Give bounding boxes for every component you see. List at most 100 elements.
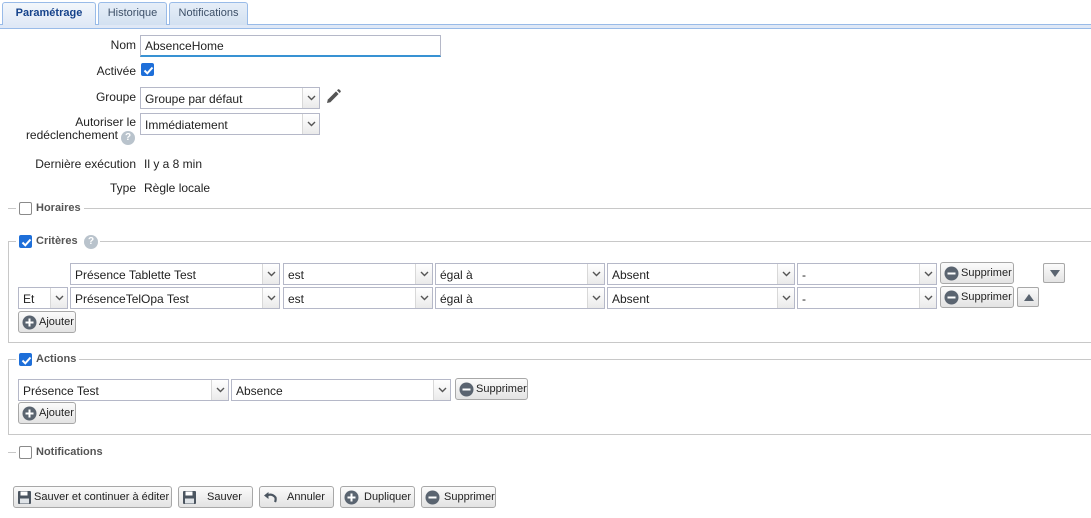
save-continue-label: Sauver et continuer à éditer	[34, 491, 170, 503]
action-delete-button[interactable]: Supprimer	[455, 378, 528, 400]
criterion-operator-value: égal à	[440, 268, 473, 282]
schedules-divider	[8, 208, 1091, 209]
group-label: Groupe	[95, 90, 136, 104]
criterion-verb-value: est	[288, 292, 305, 306]
criteria-help-icon[interactable]: ?	[84, 235, 98, 249]
criterion-extra-value: -	[802, 292, 806, 306]
criterion-extra-combo[interactable]: -	[797, 263, 937, 285]
move-up-button[interactable]	[1017, 287, 1039, 307]
actions-border-left	[8, 359, 9, 435]
chevron-down-icon[interactable]	[302, 88, 319, 108]
action-delete-label: Supprimer	[476, 383, 527, 395]
type-value: Règle locale	[144, 181, 211, 195]
criterion-verb-value: est	[288, 268, 305, 282]
tab-bar: Paramétrage Historique Notifications	[0, 0, 1091, 26]
criteria-add-button[interactable]: Ajouter	[18, 311, 76, 333]
save-continue-button[interactable]: Sauver et continuer à éditer	[13, 486, 172, 508]
criterion-delete-button[interactable]: Supprimer	[940, 286, 1014, 308]
chevron-down-icon[interactable]	[919, 264, 936, 284]
tab-parametrage[interactable]: Paramétrage	[2, 2, 96, 26]
criteria-add-label: Ajouter	[39, 316, 74, 328]
criterion-value-combo[interactable]: Absent	[607, 263, 795, 285]
action-value-value: Absence	[236, 384, 283, 398]
tab-strip	[0, 25, 1091, 29]
chevron-down-icon[interactable]	[777, 264, 794, 284]
criterion-delete-button[interactable]: Supprimer	[940, 262, 1014, 284]
delete-label: Supprimer	[444, 491, 495, 503]
criterion-operator-value: égal à	[440, 292, 473, 306]
duplicate-button[interactable]: Dupliquer	[340, 486, 415, 508]
type-label: Type	[109, 181, 136, 195]
group-combo[interactable]: Groupe par défaut	[140, 87, 320, 109]
criterion-delete-label: Supprimer	[961, 291, 1012, 303]
notifications-checkbox[interactable]	[19, 446, 32, 459]
criterion-connector-value: Et	[23, 292, 35, 306]
criterion-connector-combo[interactable]: Et	[18, 287, 68, 309]
criterion-value-value: Absent	[612, 268, 650, 282]
chevron-down-icon[interactable]	[50, 288, 67, 308]
edit-group-pencil-icon[interactable]	[323, 87, 343, 107]
move-down-button[interactable]	[1043, 263, 1065, 283]
criteria-border-left	[8, 241, 9, 343]
criterion-verb-combo[interactable]: est	[283, 287, 433, 309]
criterion-operator-combo[interactable]: égal à	[435, 287, 605, 309]
actions-add-label: Ajouter	[39, 407, 74, 419]
criterion-operator-combo[interactable]: égal à	[435, 263, 605, 285]
chevron-down-icon[interactable]	[587, 288, 604, 308]
floppy-disk-icon	[18, 491, 31, 504]
cancel-button[interactable]: Annuler	[259, 486, 334, 508]
criterion-device-combo[interactable]: Présence Tablette Test	[70, 263, 280, 285]
criteria-checkbox[interactable]	[19, 235, 32, 248]
delete-button[interactable]: Supprimer	[421, 486, 496, 508]
criterion-device-combo[interactable]: PrésenceTelOpa Test	[70, 287, 280, 309]
triangle-up-icon	[1024, 294, 1034, 301]
retrigger-combo-value: Immédiatement	[145, 118, 228, 132]
actions-border-bottom	[8, 434, 1091, 435]
plus-circle-icon	[22, 406, 37, 421]
chevron-down-icon[interactable]	[262, 264, 279, 284]
floppy-disk-icon	[183, 491, 196, 504]
criterion-value-value: Absent	[612, 292, 650, 306]
chevron-down-icon[interactable]	[415, 264, 432, 284]
action-value-combo[interactable]: Absence	[231, 379, 451, 401]
tab-historique[interactable]: Historique	[98, 2, 167, 25]
tab-notifications[interactable]: Notifications	[169, 2, 248, 25]
actions-add-button[interactable]: Ajouter	[18, 402, 76, 424]
chevron-down-icon[interactable]	[919, 288, 936, 308]
criterion-device-value: PrésenceTelOpa Test	[75, 292, 189, 306]
criterion-verb-combo[interactable]: est	[283, 263, 433, 285]
chevron-down-icon[interactable]	[433, 380, 450, 400]
criterion-device-value: Présence Tablette Test	[75, 268, 196, 282]
last-run-value: Il y a 8 min	[144, 157, 203, 171]
action-device-combo[interactable]: Présence Test	[18, 379, 229, 401]
minus-circle-icon	[459, 382, 474, 397]
schedules-checkbox[interactable]	[19, 202, 32, 215]
retrigger-label: Autoriser le redéclenchement	[10, 116, 136, 142]
criterion-extra-combo[interactable]: -	[797, 287, 937, 309]
name-input[interactable]	[140, 35, 441, 57]
chevron-down-icon[interactable]	[777, 288, 794, 308]
save-label: Sauver	[207, 491, 242, 503]
plus-circle-icon	[22, 315, 37, 330]
chevron-down-icon[interactable]	[587, 264, 604, 284]
minus-circle-icon	[944, 290, 959, 305]
triangle-down-icon	[1050, 270, 1060, 277]
plus-circle-icon	[344, 490, 359, 505]
retrigger-help-icon[interactable]: ?	[121, 131, 135, 145]
chevron-down-icon[interactable]	[302, 114, 319, 134]
actions-border-top	[8, 359, 1091, 360]
minus-circle-icon	[944, 266, 959, 281]
check-icon	[143, 66, 154, 75]
enabled-label: Activée	[96, 64, 136, 78]
last-run-label: Dernière exécution	[35, 157, 136, 171]
enabled-checkbox[interactable]	[141, 63, 154, 76]
chevron-down-icon[interactable]	[262, 288, 279, 308]
save-button[interactable]: Sauver	[178, 486, 253, 508]
criterion-value-combo[interactable]: Absent	[607, 287, 795, 309]
retrigger-combo[interactable]: Immédiatement	[140, 113, 320, 135]
check-icon	[21, 238, 32, 247]
chevron-down-icon[interactable]	[211, 380, 228, 400]
retrigger-label-line1: Autoriser le	[75, 115, 136, 129]
actions-checkbox[interactable]	[19, 353, 32, 366]
chevron-down-icon[interactable]	[415, 288, 432, 308]
